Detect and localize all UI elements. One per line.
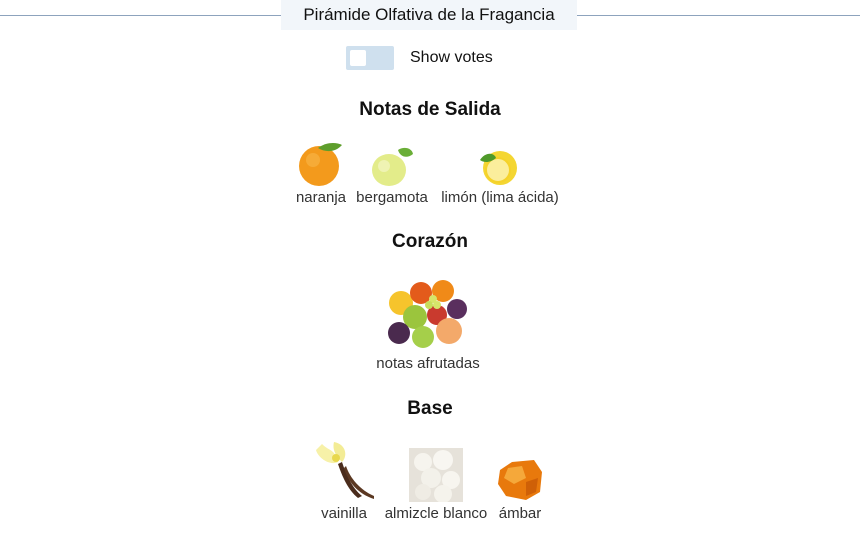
note-label: bergamota <box>356 189 428 206</box>
note-almizcle-blanco[interactable]: almizcle blanco <box>378 505 494 522</box>
note-label: ámbar <box>498 505 542 522</box>
note-bergamota[interactable]: bergamota <box>352 189 432 206</box>
section-title-base-notes: Base <box>407 398 453 419</box>
note-vainilla[interactable]: vainilla <box>314 505 374 522</box>
note-label: naranja <box>295 189 347 206</box>
amber-icon[interactable] <box>496 458 544 502</box>
bergamot-icon[interactable] <box>370 146 414 188</box>
white-musk-icon[interactable] <box>409 448 463 502</box>
section-title-heart-notes: Corazón <box>392 231 468 252</box>
note-naranja[interactable]: naranja <box>290 189 352 206</box>
show-votes-row: Show votes <box>346 46 493 70</box>
note-ambar[interactable]: ámbar <box>494 505 546 522</box>
show-votes-label: Show votes <box>410 49 493 66</box>
orange-icon[interactable] <box>296 140 344 188</box>
note-notas-afrutadas[interactable]: notas afrutadas <box>360 355 496 372</box>
note-label: vainilla <box>321 505 367 522</box>
page-title: Pirámide Olfativa de la Fragancia <box>281 0 577 30</box>
toggle-knob <box>350 50 366 66</box>
vanilla-icon[interactable] <box>312 440 376 502</box>
note-label: notas afrutadas <box>376 355 480 372</box>
show-votes-toggle[interactable] <box>346 46 394 70</box>
note-limon[interactable]: limón (lima ácida) <box>435 189 565 206</box>
note-label: almizcle blanco <box>384 505 488 522</box>
fruits-icon[interactable] <box>387 275 467 349</box>
section-title-top-notes: Notas de Salida <box>359 99 501 120</box>
lemon-icon[interactable] <box>478 146 520 188</box>
note-label: limón (lima ácida) <box>441 189 559 206</box>
